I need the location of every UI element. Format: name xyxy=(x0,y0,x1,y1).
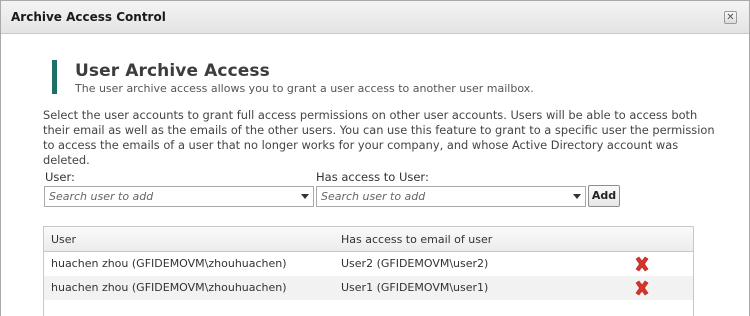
section-description: Select the user accounts to grant full a… xyxy=(43,108,715,167)
row-user: huachen zhou (GFIDEMOVM\zhouhuachen) xyxy=(51,257,287,270)
archive-access-dialog: Archive Access Control ✕ User Archive Ac… xyxy=(0,0,750,316)
section-subheading: The user archive access allows you to gr… xyxy=(75,82,534,95)
title-bar: Archive Access Control ✕ xyxy=(1,1,749,34)
table-row[interactable]: huachen zhou (GFIDEMOVM\zhouhuachen) Use… xyxy=(44,252,693,276)
heading-accent-bar xyxy=(52,60,57,94)
add-button[interactable]: Add xyxy=(588,185,620,207)
access-user-search-input[interactable]: Search user to add xyxy=(316,186,586,207)
delete-x-icon[interactable] xyxy=(633,255,651,273)
table-row[interactable]: huachen zhou (GFIDEMOVM\zhouhuachen) Use… xyxy=(44,276,693,300)
user-search-placeholder: Search user to add xyxy=(49,190,154,203)
user-label: User: xyxy=(45,170,75,184)
table-header: User Has access to email of user xyxy=(44,227,693,252)
column-header-access[interactable]: Has access to email of user xyxy=(341,233,492,246)
row-access: User1 (GFIDEMOVM\user1) xyxy=(341,281,489,294)
delete-x-icon[interactable] xyxy=(633,279,651,297)
chevron-down-icon[interactable] xyxy=(573,194,581,199)
access-table: User Has access to email of user huachen… xyxy=(43,226,694,316)
user-search-input[interactable]: Search user to add xyxy=(44,186,314,207)
row-user: huachen zhou (GFIDEMOVM\zhouhuachen) xyxy=(51,281,287,294)
section-heading: User Archive Access xyxy=(75,61,270,81)
row-access: User2 (GFIDEMOVM\user2) xyxy=(341,257,489,270)
access-label: Has access to User: xyxy=(316,170,429,184)
access-search-placeholder: Search user to add xyxy=(321,190,426,203)
window-title: Archive Access Control xyxy=(11,10,166,24)
column-header-user[interactable]: User xyxy=(51,233,76,246)
chevron-down-icon[interactable] xyxy=(301,194,309,199)
close-icon[interactable]: ✕ xyxy=(724,11,737,24)
